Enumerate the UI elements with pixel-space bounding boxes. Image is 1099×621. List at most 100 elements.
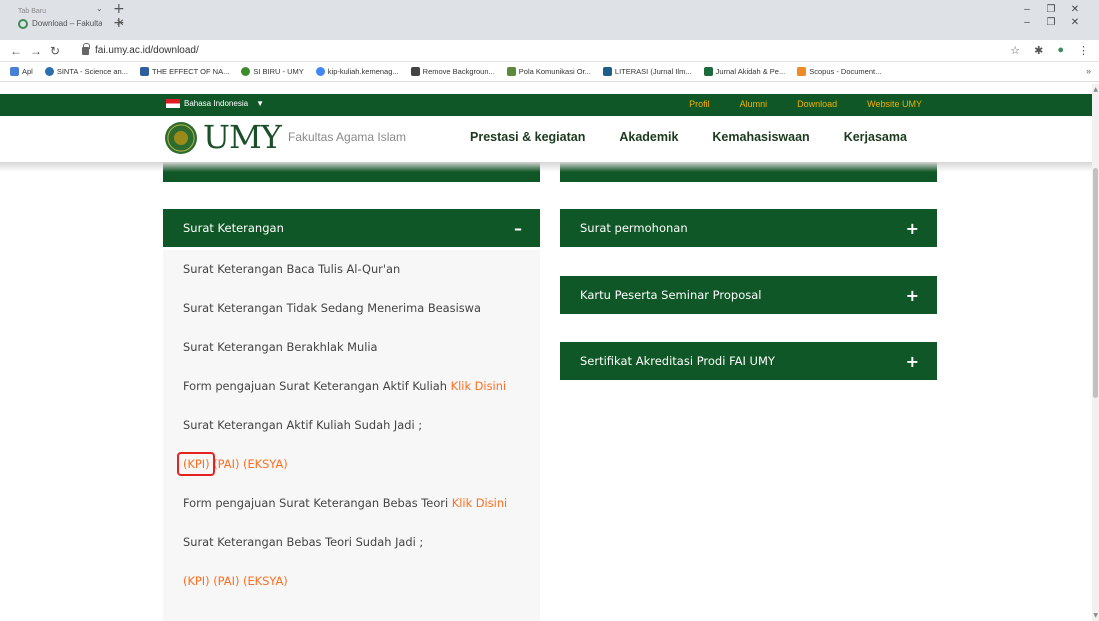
form-bebas-teori-row: Form pengajuan Surat Keterangan Bebas Te… <box>183 496 507 510</box>
bookmark-apps[interactable]: Apl <box>10 67 33 76</box>
forward-arrow-icon[interactable]: → <box>30 44 42 58</box>
link-surat-baca-tulis[interactable]: Surat Keterangan Baca Tulis Al-Qur'an <box>183 262 400 276</box>
accordion-surat-permohonan[interactable]: Surat permohonan + <box>560 209 937 247</box>
sinta-icon <box>44 67 54 76</box>
umy-logo-text[interactable]: UMY <box>203 120 282 154</box>
klik-disini-aktif-link[interactable]: Klik Disini <box>451 379 506 393</box>
menu-kerjasama[interactable]: Kerjasama <box>844 130 907 144</box>
accordion-title: Surat Keterangan <box>183 221 284 235</box>
restore-icon[interactable]: ❐ <box>1039 4 1063 15</box>
accordion-title: Surat permohonan <box>580 221 688 235</box>
window-controls: – ❐ ✕ – ❐ ✕ <box>1015 4 1087 28</box>
bookmark-sinta[interactable]: SINTA - Science an... <box>44 67 128 76</box>
tab-title: Download – Fakultas Agama Islam <box>32 19 102 28</box>
browser-menu-icon[interactable]: ⋮ <box>1078 44 1089 57</box>
address-bar-row: ← → ↻ fai.umy.ac.id/download/ ☆ ✱ ● ⋮ <box>0 40 1099 62</box>
literasi-icon <box>602 67 612 76</box>
site-topbar: Bahasa Indonesia ▼ Profil Alumni Downloa… <box>0 94 1092 116</box>
bookmark-literasi[interactable]: LITERASI (Jurnal Ilm... <box>602 67 692 76</box>
scrollbar-thumb[interactable] <box>1093 168 1098 398</box>
bookmark-jurnal-akidah[interactable]: Jurnal Akidah & Pe... <box>703 67 785 76</box>
close-window-icon[interactable]: ✕ <box>1063 4 1087 15</box>
umy-seal-logo-icon[interactable] <box>165 122 197 154</box>
bookmarks-bar: Apl SINTA - Science an... THE EFFECT OF … <box>0 62 1099 82</box>
faculty-name[interactable]: Fakultas Agama Islam <box>288 130 406 144</box>
topbar-link-website-umy[interactable]: Website UMY <box>867 99 922 109</box>
new-tab-plus-icon[interactable]: + <box>113 16 125 30</box>
bookmark-effect[interactable]: THE EFFECT OF NA... <box>139 67 229 76</box>
bebas-teori-prodi-links: (KPI) (PAI) (EKSYA) <box>183 574 288 588</box>
accordion-sertifikat-akreditasi[interactable]: Sertifikat Akreditasi Prodi FAI UMY + <box>560 342 937 380</box>
link-bebas-kpi[interactable]: (KPI) <box>183 574 210 588</box>
menu-prestasi[interactable]: Prestasi & kegiatan <box>470 130 585 144</box>
browser-tab-strip: Tab Baru Download – Fakultas Agama Islam… <box>0 0 1099 40</box>
scroll-down-arrow-icon[interactable]: ▼ <box>1093 612 1098 619</box>
removebg-icon <box>410 67 420 76</box>
menu-kemahasiswaan[interactable]: Kemahasiswaan <box>712 130 809 144</box>
highlight-annotation-box <box>177 452 215 476</box>
link-bebas-pai[interactable]: (PAI) <box>213 574 239 588</box>
bookmark-sibiru[interactable]: SI BIRU - UMY <box>241 67 304 76</box>
language-selector[interactable]: Bahasa Indonesia ▼ <box>166 99 264 108</box>
topbar-link-alumni[interactable]: Alumni <box>740 99 768 109</box>
form-aktif-kuliah-label: Form pengajuan Surat Keterangan Aktif Ku… <box>183 379 448 393</box>
accordion-title: Kartu Peserta Seminar Proposal <box>580 288 762 302</box>
url-text: fai.umy.ac.id/download/ <box>95 45 199 56</box>
scroll-up-arrow-icon[interactable]: ▲ <box>1093 86 1098 93</box>
lock-icon <box>82 42 90 55</box>
link-aktif-eksya[interactable]: (EKSYA) <box>243 457 288 471</box>
minimize-icon-2[interactable]: – <box>1015 17 1039 28</box>
site-header: UMY Fakultas Agama Islam Prestasi & kegi… <box>0 116 1092 162</box>
minimize-icon[interactable]: – <box>1015 4 1039 15</box>
tab-group-label[interactable]: Tab Baru <box>18 6 124 18</box>
link-bebas-eksya[interactable]: (EKSYA) <box>243 574 288 588</box>
extensions-puzzle-icon[interactable]: ✱ <box>1034 44 1043 57</box>
aktif-kuliah-jadi-label: Surat Keterangan Aktif Kuliah Sudah Jadi… <box>183 418 423 432</box>
document-icon <box>506 67 516 76</box>
expand-plus-icon[interactable]: + <box>906 286 919 305</box>
bookmark-kip[interactable]: kip-kuliah.kemenag... <box>315 67 399 76</box>
tab-search-chevron-icon[interactable]: ⌄ <box>96 4 103 13</box>
menu-akademik[interactable]: Akademik <box>619 130 678 144</box>
bebas-teori-jadi-label: Surat Keterangan Bebas Teori Sudah Jadi … <box>183 535 424 549</box>
caret-down-icon: ▼ <box>256 99 264 108</box>
form-bebas-teori-label: Form pengajuan Surat Keterangan Bebas Te… <box>183 496 449 510</box>
profile-avatar-icon[interactable]: ● <box>1057 44 1064 57</box>
klik-disini-bebas-teori-link[interactable]: Klik Disini <box>452 496 507 510</box>
main-menu: Prestasi & kegiatan Akademik Kemahasiswa… <box>470 130 907 144</box>
bookmark-star-icon[interactable]: ☆ <box>1010 44 1020 57</box>
topbar-link-download[interactable]: Download <box>797 99 837 109</box>
collapse-minus-icon[interactable]: – <box>514 219 522 238</box>
expand-plus-icon[interactable]: + <box>906 219 919 238</box>
scopus-icon <box>797 67 807 76</box>
journal-icon <box>703 67 713 76</box>
form-aktif-kuliah-row: Form pengajuan Surat Keterangan Aktif Ku… <box>183 379 506 393</box>
more-bookmarks-icon[interactable]: » <box>1086 66 1091 76</box>
topbar-link-profil[interactable]: Profil <box>689 99 710 109</box>
url-field[interactable]: fai.umy.ac.id/download/ <box>82 42 199 56</box>
tab-area: Tab Baru Download – Fakultas Agama Islam… <box>18 6 124 30</box>
bookmark-scopus[interactable]: Scopus - Document... <box>797 67 881 76</box>
accordion-surat-keterangan[interactable]: Surat Keterangan – <box>163 209 540 247</box>
toolbar-right: ☆ ✱ ● ⋮ <box>1010 44 1089 57</box>
new-tab-icon[interactable]: + <box>113 2 125 16</box>
apps-grid-icon <box>10 67 19 76</box>
close-window-icon-2[interactable]: ✕ <box>1063 17 1087 28</box>
active-tab[interactable]: Download – Fakultas Agama Islam ✕ <box>18 18 124 30</box>
link-surat-tidak-beasiswa[interactable]: Surat Keterangan Tidak Sedang Menerima B… <box>183 301 481 315</box>
page-scrollbar[interactable]: ▲ ▼ <box>1092 84 1099 621</box>
topbar-links: Profil Alumni Download Website UMY <box>689 99 922 109</box>
header-shadow <box>0 162 1092 172</box>
web-page: Bahasa Indonesia ▼ Profil Alumni Downloa… <box>0 84 1099 621</box>
back-arrow-icon[interactable]: ← <box>10 44 22 58</box>
link-aktif-pai[interactable]: (PAI) <box>213 457 239 471</box>
umy-icon <box>241 67 251 76</box>
bookmark-removebg[interactable]: Remove Backgroun... <box>410 67 495 76</box>
expand-plus-icon[interactable]: + <box>906 352 919 371</box>
accordion-body-surat-keterangan: Surat Keterangan Baca Tulis Al-Qur'an Su… <box>163 250 540 621</box>
accordion-kartu-peserta[interactable]: Kartu Peserta Seminar Proposal + <box>560 276 937 314</box>
link-surat-berakhlak[interactable]: Surat Keterangan Berakhlak Mulia <box>183 340 378 354</box>
bookmark-pola[interactable]: Pola Komunikasi Or... <box>506 67 591 76</box>
reload-icon[interactable]: ↻ <box>50 44 60 58</box>
restore-icon-2[interactable]: ❐ <box>1039 17 1063 28</box>
